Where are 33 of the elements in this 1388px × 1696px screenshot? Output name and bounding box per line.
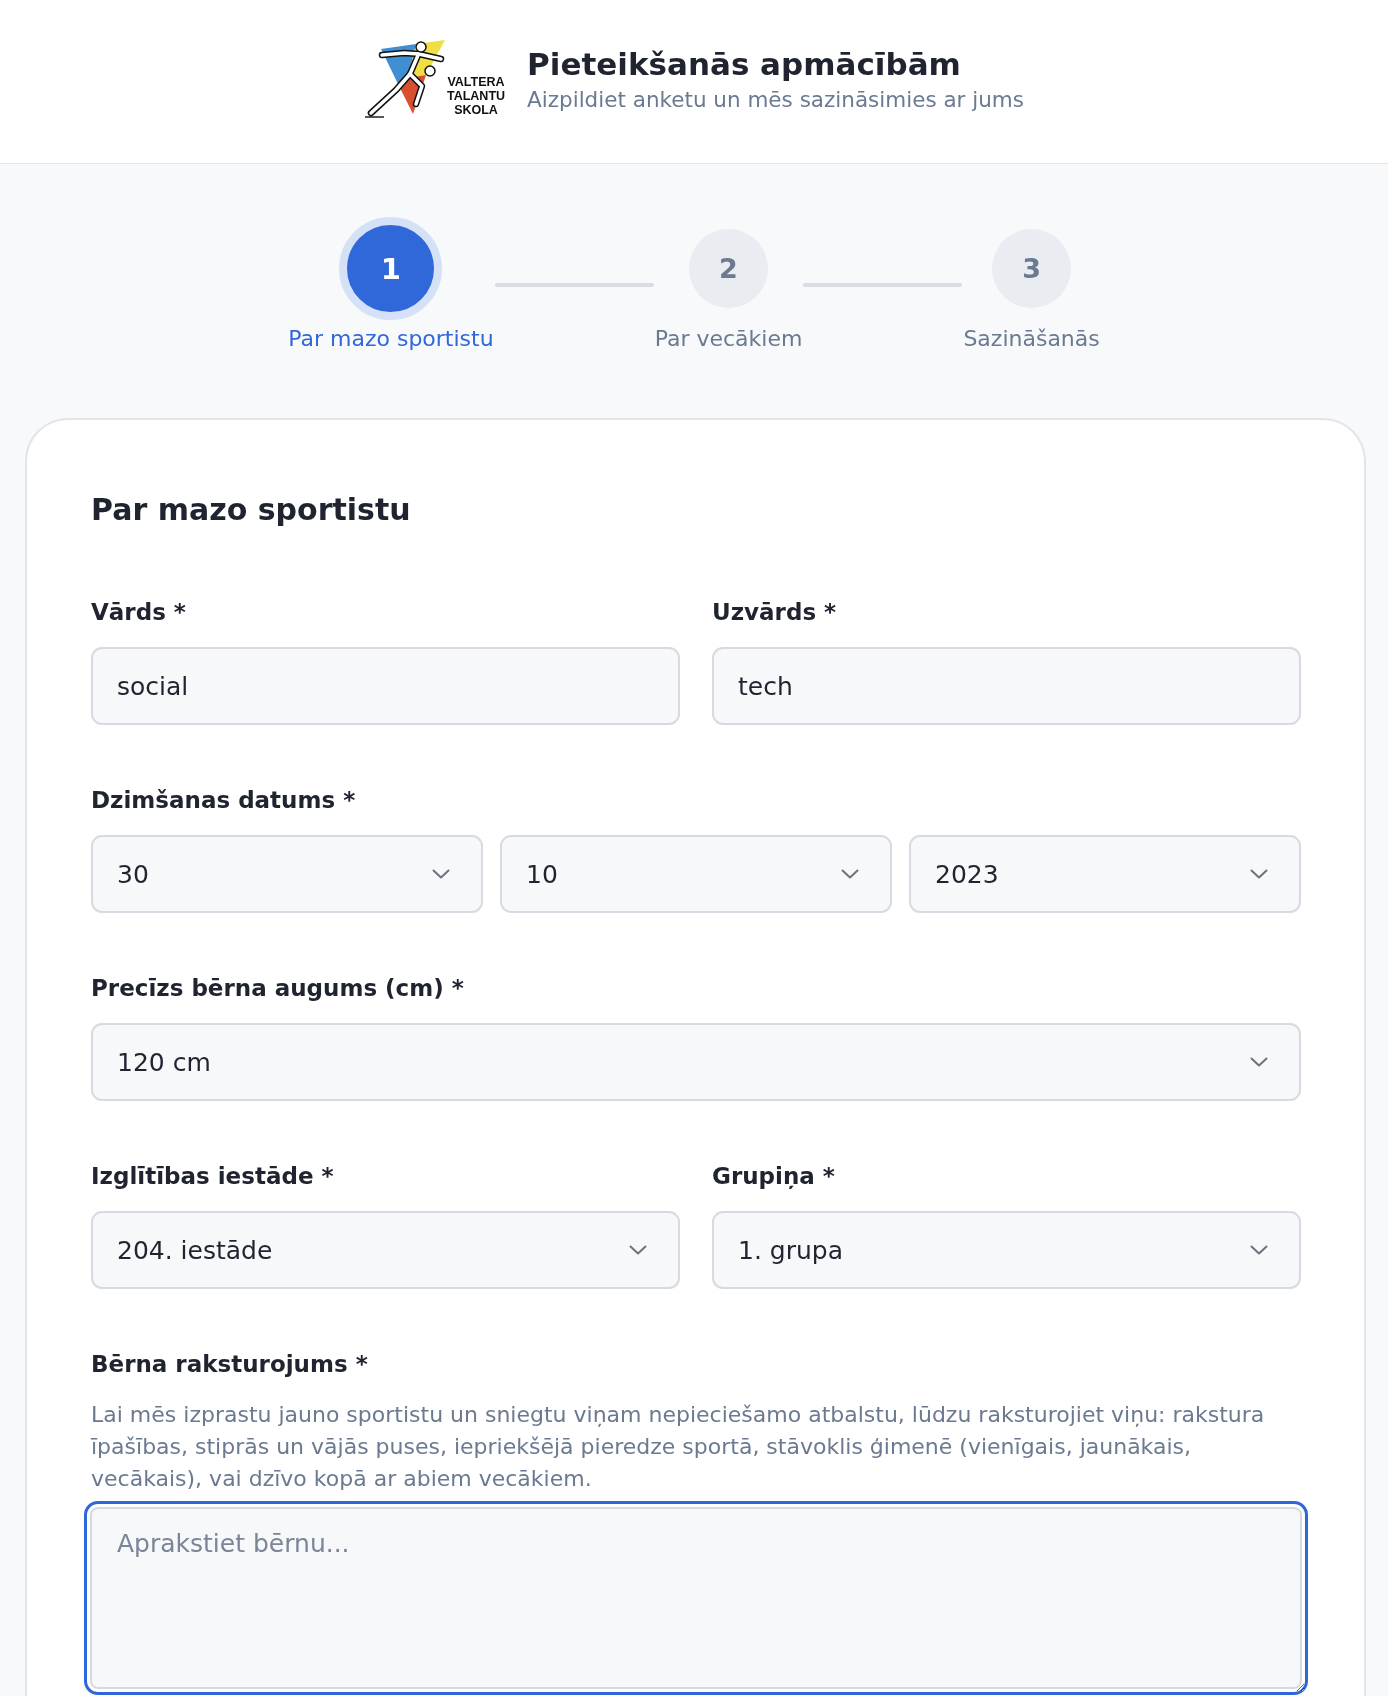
- textarea-field[interactable]: Aprakstiet bērnu...: [84, 1501, 1308, 1695]
- field-label: Uzvārds *: [712, 598, 838, 627]
- field-label: Precīzs bērna augums (cm) *: [91, 974, 465, 1003]
- chevron-down-icon: [841, 869, 859, 879]
- field-label: Dzimšanas datums *: [91, 786, 357, 815]
- chevron-down-icon: [1250, 1057, 1268, 1067]
- text-field[interactable]: social: [91, 647, 680, 725]
- dropdown[interactable]: 30: [91, 835, 483, 913]
- page-subtitle: Aizpildiet anketu un mēs sazināsimies ar jums: [527, 85, 1025, 114]
- step-label: Sazināšanās: [963, 325, 1100, 353]
- section-heading: Par mazo sportistu: [91, 491, 412, 529]
- dropdown[interactable]: 10: [500, 835, 892, 913]
- chevron-down-icon: [1250, 1245, 1268, 1255]
- step-label: Par mazo sportistu: [288, 325, 494, 353]
- field-label: Grupiņa *: [712, 1162, 836, 1191]
- dropdown[interactable]: 204. iestāde: [91, 1211, 680, 1289]
- text-field[interactable]: tech: [712, 647, 1301, 725]
- dropdown[interactable]: 120 cm: [91, 1023, 1301, 1101]
- chevron-down-icon: [432, 869, 450, 879]
- field-hint: Lai mēs izprastu jauno sportistu un sniegtu viņam nepieciešamo atbalstu, lūdzu raksturojiet viņu: rakstura īpašības, stiprās un vājās puses, iepriekšējā pieredze sportā, stāvoklis ģimenē (vienīgais, jaunākais, vecākais), vai dzīvo kopā ar abiem vecākiem.: [91, 1401, 1266, 1493]
- step-label: Par vecākiem: [654, 325, 803, 353]
- step-number: 3: [992, 229, 1072, 308]
- page-title: Pieteikšanās apmācībām: [527, 44, 962, 84]
- field-label: Bērna raksturojums *: [91, 1350, 369, 1379]
- dropdown[interactable]: 1. grupa: [712, 1211, 1301, 1289]
- dropdown[interactable]: 2023: [909, 835, 1301, 913]
- step-number: 2: [689, 229, 768, 308]
- field-label: Vārds *: [91, 598, 187, 627]
- step-number: 1: [339, 217, 443, 320]
- field-label: Izglītības iestāde *: [91, 1162, 335, 1191]
- chevron-down-icon: [1250, 869, 1268, 879]
- logo-text: VALTERA TALANTU SKOLA: [446, 74, 506, 117]
- chevron-down-icon: [629, 1245, 647, 1255]
